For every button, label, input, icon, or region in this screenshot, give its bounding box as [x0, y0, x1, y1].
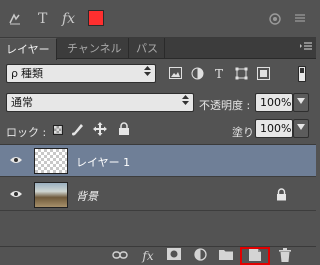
highlight-box [240, 247, 270, 265]
new-group-icon[interactable] [218, 248, 234, 264]
add-mask-icon[interactable] [166, 248, 182, 264]
layer-row-layer1[interactable]: レイヤー 1 [0, 145, 316, 177]
fill-dropdown-icon[interactable] [293, 119, 309, 138]
lock-icon [276, 188, 288, 201]
adjustment-layer-icon[interactable] [192, 248, 208, 264]
opacity-label: 不透明度 : [199, 99, 251, 112]
panel-menu-icon[interactable] [300, 41, 312, 54]
layer-divider [0, 176, 316, 177]
panel-tabs: レイヤー チャンネル パス [0, 38, 316, 60]
layer-row-background[interactable]: 背景 [0, 179, 316, 211]
opacity-input[interactable]: 100% [255, 93, 293, 112]
blend-mode-value: 通常 [11, 96, 33, 109]
chevron-updown-icon [144, 65, 151, 84]
filter-row: ρ 種類 T [0, 60, 316, 87]
eye-icon[interactable] [10, 154, 22, 166]
menu-icon[interactable] [294, 12, 306, 27]
options-bar: T fx [0, 0, 316, 38]
layers-bottom-toolbar: fx [0, 246, 316, 265]
blend-row: 通常 不透明度 : 100% [0, 91, 316, 115]
filter-toggle[interactable] [298, 66, 306, 82]
smart-object-filter-icon[interactable] [256, 67, 270, 81]
layers-panel: レイヤー チャンネル パス ρ 種類 T 通常 不透明度: 100% ロック … [0, 38, 316, 265]
tab-paths[interactable]: パス [130, 38, 165, 59]
layer-divider [0, 210, 316, 211]
lock-label: ロック : [6, 126, 47, 139]
search-icon: ρ [11, 67, 18, 80]
tab-channels[interactable]: チャンネル [61, 38, 129, 59]
link-layers-icon[interactable] [112, 248, 128, 264]
color-swatch[interactable] [88, 10, 104, 26]
filter-kind-select[interactable]: ρ 種類 [6, 64, 156, 83]
lock-position-icon[interactable] [93, 122, 107, 136]
delete-layer-icon[interactable] [277, 248, 293, 264]
eye-icon[interactable] [10, 188, 22, 200]
lock-image-pixels-icon[interactable] [71, 122, 85, 136]
layer-name[interactable]: レイヤー 1 [76, 154, 130, 170]
pixel-filter-icon[interactable] [168, 67, 182, 81]
fx-icon[interactable]: fx [140, 248, 156, 264]
tab-layers[interactable]: レイヤー [0, 38, 57, 60]
fill-input[interactable]: 100% [255, 119, 293, 138]
warp-text-icon[interactable] [8, 12, 22, 29]
blend-mode-select[interactable]: 通常 [6, 93, 194, 112]
chevron-updown-icon [182, 94, 189, 113]
adjustment-filter-icon[interactable] [190, 67, 204, 81]
opacity-dropdown-icon[interactable] [293, 93, 309, 112]
layer-thumbnail[interactable] [34, 182, 68, 208]
lock-row: ロック : 塗り : 100% [0, 118, 316, 142]
filter-toggle-knob [300, 68, 304, 73]
layer-thumbnail[interactable] [34, 148, 68, 174]
type-icon[interactable]: T [38, 12, 47, 26]
type-filter-icon[interactable]: T [212, 67, 226, 81]
layer-name[interactable]: 背景 [76, 188, 98, 204]
cloud-icon[interactable] [268, 12, 282, 29]
lock-transparent-pixels-icon[interactable] [53, 125, 63, 135]
filter-kind-label: 種類 [20, 67, 43, 80]
lock-all-icon[interactable] [117, 122, 131, 136]
fx-icon[interactable]: fx [62, 12, 75, 26]
layers-list: レイヤー 1 背景 [0, 144, 316, 244]
shape-filter-icon[interactable] [234, 67, 248, 81]
